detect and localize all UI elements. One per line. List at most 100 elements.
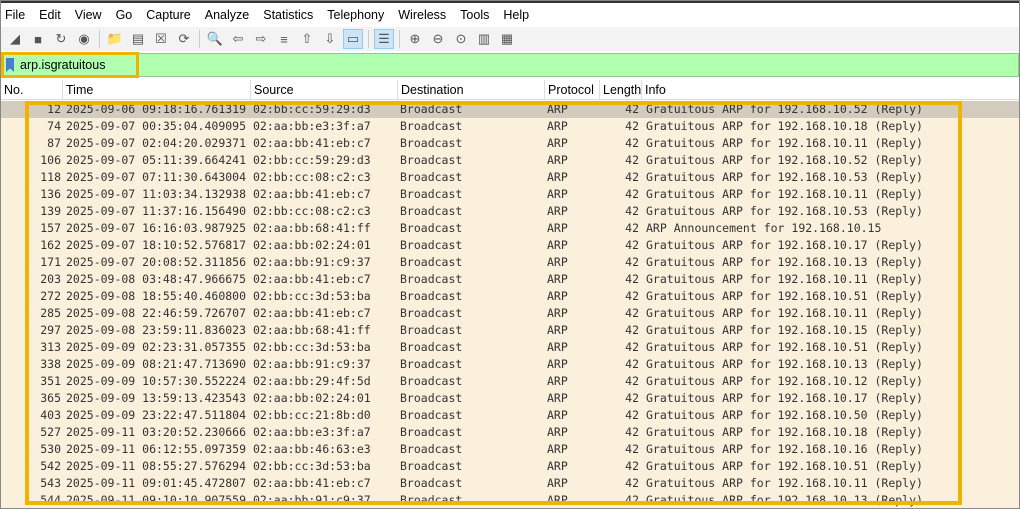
menu-view[interactable]: View [75, 8, 102, 22]
cell-no: 297 [40, 323, 61, 337]
menu-help[interactable]: Help [503, 8, 529, 22]
packet-row[interactable]: 365 2025-09-09 13:59:13.423543 02:aa:bb:02… [1, 390, 1019, 407]
cell-destination: Broadcast [400, 408, 463, 422]
cell-time: 2025-09-07 00:35:04.409095 [66, 119, 247, 133]
cell-no: 542 [40, 459, 61, 473]
column-header-no[interactable]: No. [1, 80, 63, 100]
go-forward-icon[interactable]: ⇨ [251, 29, 271, 49]
cell-info: Gratuitous ARP for 192.168.10.16 (Reply) [646, 442, 923, 456]
cell-time: 2025-09-09 13:59:13.423543 [66, 391, 247, 405]
cell-time: 2025-09-07 16:16:03.987925 [66, 221, 247, 235]
cell-no: 203 [40, 272, 61, 286]
packet-row[interactable]: 74 2025-09-07 00:35:04.409095 02:aa:bb:e3:… [1, 118, 1019, 135]
shark-fin-start-icon[interactable]: ◢ [5, 29, 25, 49]
cell-info: Gratuitous ARP for 192.168.10.15 (Reply) [646, 323, 923, 337]
zoom-out-icon[interactable]: ⊖ [428, 29, 448, 49]
menu-statistics[interactable]: Statistics [263, 8, 313, 22]
packet-row[interactable]: 118 2025-09-07 07:11:30.643004 02:bb:cc:08… [1, 169, 1019, 186]
cell-info: Gratuitous ARP for 192.168.10.11 (Reply) [646, 136, 923, 150]
cell-length: 42 [625, 340, 639, 354]
packet-row[interactable]: 542 2025-09-11 08:55:27.576294 02:bb:cc:3d… [1, 458, 1019, 475]
packet-row[interactable]: 106 2025-09-07 05:11:39.664241 02:bb:cc:59… [1, 152, 1019, 169]
packet-row[interactable]: 527 2025-09-11 03:20:52.230666 02:aa:bb:e3… [1, 424, 1019, 441]
packet-row[interactable]: 543 2025-09-11 09:01:45.472807 02:aa:bb:41… [1, 475, 1019, 492]
menu-go[interactable]: Go [116, 8, 133, 22]
go-back-icon[interactable]: ⇦ [228, 29, 248, 49]
packet-row[interactable]: 12 2025-09-06 09:18:16.761319 02:bb:cc:59:… [1, 101, 1019, 118]
column-header-destination[interactable]: Destination [398, 80, 545, 100]
cell-destination: Broadcast [400, 323, 463, 337]
column-header-protocol[interactable]: Protocol [545, 80, 600, 100]
cell-protocol: ARP [547, 204, 568, 218]
cell-length: 42 [625, 323, 639, 337]
colorize-icon[interactable]: ☰ [374, 29, 394, 49]
packet-row[interactable]: 272 2025-09-08 18:55:40.460800 02:bb:cc:3d… [1, 288, 1019, 305]
cell-source: 02:aa:bb:91:c9:37 [253, 493, 371, 507]
cell-destination: Broadcast [400, 374, 463, 388]
menu-file[interactable]: File [5, 8, 25, 22]
packet-row[interactable]: 351 2025-09-09 10:57:30.552224 02:aa:bb:29… [1, 373, 1019, 390]
column-header-info[interactable]: Info [642, 80, 1020, 100]
column-header-length[interactable]: Length [600, 80, 642, 100]
cell-info: Gratuitous ARP for 192.168.10.13 (Reply) [646, 357, 923, 371]
open-folder-icon[interactable]: 📁 [105, 29, 125, 49]
packet-row[interactable]: 403 2025-09-09 23:22:47.511804 02:bb:cc:21… [1, 407, 1019, 424]
cell-destination: Broadcast [400, 238, 463, 252]
cell-source: 02:aa:bb:41:eb:c7 [253, 136, 371, 150]
restart-icon[interactable]: ↻ [51, 29, 71, 49]
menu-capture[interactable]: Capture [146, 8, 190, 22]
cell-no: 171 [40, 255, 61, 269]
cell-protocol: ARP [547, 425, 568, 439]
packet-row[interactable]: 338 2025-09-09 08:21:47.713690 02:aa:bb:91… [1, 356, 1019, 373]
last-packet-icon[interactable]: ⇩ [320, 29, 340, 49]
packet-row[interactable]: 203 2025-09-08 03:48:47.966675 02:aa:bb:41… [1, 271, 1019, 288]
cell-info: Gratuitous ARP for 192.168.10.51 (Reply) [646, 289, 923, 303]
packet-row[interactable]: 171 2025-09-07 20:08:52.311856 02:aa:bb:91… [1, 254, 1019, 271]
menu-analyze[interactable]: Analyze [205, 8, 249, 22]
cell-no: 351 [40, 374, 61, 388]
cell-no: 285 [40, 306, 61, 320]
go-to-packet-icon[interactable]: ≡ [274, 29, 294, 49]
cell-info: Gratuitous ARP for 192.168.10.52 (Reply) [646, 102, 923, 116]
cell-source: 02:aa:bb:41:eb:c7 [253, 272, 371, 286]
reload-icon[interactable]: ⟳ [174, 29, 194, 49]
capture-options-icon[interactable]: ◉ [74, 29, 94, 49]
packet-row[interactable]: 544 2025-09-11 09:10:10.907559 02:aa:bb:91… [1, 492, 1019, 509]
cell-source: 02:aa:bb:41:eb:c7 [253, 476, 371, 490]
packet-row[interactable]: 530 2025-09-11 06:12:55.097359 02:aa:bb:46… [1, 441, 1019, 458]
cell-protocol: ARP [547, 119, 568, 133]
column-header-time[interactable]: Time [63, 80, 251, 100]
packet-row[interactable]: 87 2025-09-07 02:04:20.029371 02:aa:bb:41:… [1, 135, 1019, 152]
menu-wireless[interactable]: Wireless [398, 8, 446, 22]
cell-info: Gratuitous ARP for 192.168.10.53 (Reply) [646, 204, 923, 218]
close-file-icon[interactable]: ☒ [151, 29, 171, 49]
display-filter-input[interactable] [20, 58, 320, 72]
layout-icon[interactable]: ▦ [497, 29, 517, 49]
column-header-source[interactable]: Source [251, 80, 398, 100]
cell-protocol: ARP [547, 357, 568, 371]
bookmark-icon[interactable] [6, 58, 14, 72]
packet-row[interactable]: 313 2025-09-09 02:23:31.057355 02:bb:cc:3d… [1, 339, 1019, 356]
menu-edit[interactable]: Edit [39, 8, 61, 22]
cell-protocol: ARP [547, 442, 568, 456]
packet-row[interactable]: 162 2025-09-07 18:10:52.576817 02:aa:bb:02… [1, 237, 1019, 254]
packet-row[interactable]: 139 2025-09-07 11:37:16.156490 02:bb:cc:08… [1, 203, 1019, 220]
find-icon[interactable]: 🔍 [205, 29, 225, 49]
zoom-reset-icon[interactable]: ⊙ [451, 29, 471, 49]
stop-icon[interactable]: ■ [28, 29, 48, 49]
menu-tools[interactable]: Tools [460, 8, 489, 22]
first-packet-icon[interactable]: ⇧ [297, 29, 317, 49]
autoscroll-icon[interactable]: ▭ [343, 29, 363, 49]
toolbar-separator [199, 30, 200, 48]
packet-row[interactable]: 136 2025-09-07 11:03:34.132938 02:aa:bb:41… [1, 186, 1019, 203]
packet-row[interactable]: 157 2025-09-07 16:16:03.987925 02:aa:bb:68… [1, 220, 1019, 237]
zoom-in-icon[interactable]: ⊕ [405, 29, 425, 49]
save-file-icon[interactable]: ▤ [128, 29, 148, 49]
menu-telephony[interactable]: Telephony [327, 8, 384, 22]
packet-row[interactable]: 297 2025-09-08 23:59:11.836023 02:aa:bb:68… [1, 322, 1019, 339]
packet-row[interactable]: 285 2025-09-08 22:46:59.726707 02:aa:bb:41… [1, 305, 1019, 322]
resize-columns-icon[interactable]: ▥ [474, 29, 494, 49]
cell-source: 02:bb:cc:3d:53:ba [253, 459, 371, 473]
cell-destination: Broadcast [400, 221, 463, 235]
cell-source: 02:aa:bb:02:24:01 [253, 238, 371, 252]
